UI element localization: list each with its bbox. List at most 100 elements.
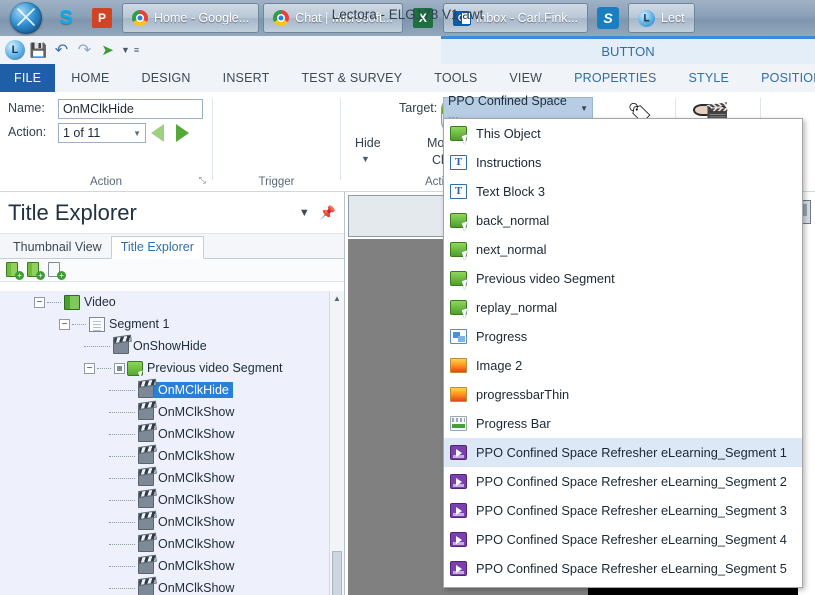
next-action-button[interactable] <box>176 124 189 142</box>
snagit-icon[interactable]: S <box>593 3 623 33</box>
text-icon: T <box>450 184 467 199</box>
page-icon <box>89 316 105 332</box>
tree-scrollbar[interactable]: ▲ <box>329 291 344 595</box>
tab-test-survey[interactable]: TEST & SURVEY <box>285 64 418 92</box>
action-index-combobox[interactable]: 1 of 11 ▼ <box>58 123 146 143</box>
dropdown-item[interactable]: progressbarThin <box>444 380 802 409</box>
action-name-input[interactable]: OnMClkHide <box>58 99 203 119</box>
hide-label[interactable]: Hide <box>355 136 381 150</box>
chevron-down-icon[interactable]: ▼ <box>361 154 370 164</box>
progressbar-icon <box>450 416 467 431</box>
tree-node[interactable]: OnMClkShow <box>0 577 344 595</box>
tree-node[interactable]: − Segment 1 <box>0 313 344 335</box>
tree-connector <box>109 477 135 479</box>
tree-node[interactable]: OnMClkShow <box>0 533 344 555</box>
tab-insert[interactable]: INSERT <box>207 64 286 92</box>
target-dropdown-menu[interactable]: This Object T Instructions T Text Block 3 bac… <box>443 118 803 588</box>
dialog-launcher-icon[interactable]: ⤡ <box>199 175 206 186</box>
customize-qat-icon[interactable]: ≡ <box>134 45 139 55</box>
tab-title-explorer[interactable]: Title Explorer <box>110 236 204 259</box>
book-icon <box>64 294 80 310</box>
taskbar-window-chrome-home[interactable]: Home - Google... <box>122 3 260 33</box>
tree-node-label: Segment 1 <box>109 317 170 331</box>
dropdown-item[interactable]: PPO Confined Space Refresher eLearning_S… <box>444 525 802 554</box>
powerpoint-icon[interactable]: P <box>87 3 117 33</box>
chevron-down-icon[interactable]: ▼ <box>121 45 130 55</box>
action-icon <box>138 514 154 530</box>
tab-style[interactable]: STYLE <box>673 64 746 92</box>
dropdown-item[interactable]: This Object <box>444 119 802 148</box>
tree-node[interactable]: OnMClkShow <box>0 467 344 489</box>
tree-object-handle-icon[interactable] <box>114 362 125 374</box>
dropdown-item-label: Image 2 <box>476 358 523 373</box>
target-combobox[interactable]: PPO Confined Space ... ▼ <box>443 94 593 122</box>
redo-icon[interactable]: ↷ <box>75 41 94 60</box>
tree-expander-icon[interactable]: − <box>59 318 70 330</box>
tab-position-size[interactable]: POSITION & SIZE <box>745 64 815 92</box>
tree-node-label: OnMClkShow <box>158 515 235 529</box>
add-page-button[interactable]: + <box>48 261 66 280</box>
tree-node[interactable]: OnMClkShow <box>0 511 344 533</box>
taskbar-window-outlook[interactable]: O Inbox - Carl.Fink... <box>442 3 589 33</box>
tab-thumbnail-view[interactable]: Thumbnail View <box>4 237 111 258</box>
tree-node[interactable]: OnMClkShow <box>0 401 344 423</box>
tree-node[interactable]: OnShowHide <box>0 335 344 357</box>
previous-action-button[interactable] <box>151 124 164 142</box>
tree-node[interactable]: OnMClkHide <box>0 379 344 401</box>
title-explorer-tree[interactable]: − Video − Segment 1 OnShowHide − Previous vide… <box>0 291 344 595</box>
dropdown-item[interactable]: PPO Confined Space Refresher eLearning_S… <box>444 496 802 525</box>
dropdown-item[interactable]: T Instructions <box>444 148 802 177</box>
dropdown-item[interactable]: T Text Block 3 <box>444 177 802 206</box>
tree-node-label: OnMClkShow <box>158 405 235 419</box>
dropdown-item[interactable]: PPO Confined Space Refresher eLearning_S… <box>444 467 802 496</box>
save-icon[interactable]: 💾 <box>29 41 48 60</box>
dropdown-item[interactable]: Progress <box>444 322 802 351</box>
add-section-button[interactable]: + <box>27 261 45 280</box>
scroll-up-icon[interactable]: ▲ <box>330 291 344 306</box>
dropdown-item[interactable]: next_normal <box>444 235 802 264</box>
app-window: S P Home - Google... Chat | Microsoft...… <box>0 0 815 595</box>
tree-node-label: OnMClkShow <box>158 581 235 595</box>
tree-node[interactable]: OnMClkShow <box>0 423 344 445</box>
excel-icon[interactable]: X <box>408 3 438 33</box>
tree-expander-icon[interactable]: − <box>34 296 45 308</box>
tree-node[interactable]: − Previous video Segment <box>0 357 344 379</box>
tree-node[interactable]: OnMClkShow <box>0 445 344 467</box>
tree-node[interactable]: OnMClkShow <box>0 489 344 511</box>
dropdown-item[interactable]: back_normal <box>444 206 802 235</box>
title-explorer-toolbar: + + + <box>0 259 344 282</box>
tree-connector <box>84 345 110 347</box>
dropdown-item-label: Progress <box>476 329 528 344</box>
tab-design[interactable]: DESIGN <box>126 64 207 92</box>
taskbar-window-lectora[interactable]: L Lect <box>628 3 695 33</box>
dropdown-item[interactable]: PPO Confined Space Refresher eLearning_S… <box>444 554 802 583</box>
action-icon <box>138 492 154 508</box>
taskbar-window-chrome-chat[interactable]: Chat | Microsoft... <box>263 3 403 33</box>
tree-node[interactable]: − Video <box>0 291 344 313</box>
dropdown-item[interactable]: PPO Confined Space Refresher eLearning_S… <box>444 438 802 467</box>
action-index-value: 1 of 11 <box>63 125 101 140</box>
dropdown-item[interactable]: Image 2 <box>444 351 802 380</box>
tab-properties[interactable]: PROPERTIES <box>558 64 672 92</box>
undo-icon[interactable]: ↶ <box>52 41 71 60</box>
dropdown-item[interactable]: replay_normal <box>444 293 802 322</box>
tree-node-label: OnShowHide <box>133 339 207 353</box>
tree-node[interactable]: OnMClkShow <box>0 555 344 577</box>
tab-view[interactable]: VIEW <box>493 64 558 92</box>
tab-tools[interactable]: TOOLS <box>418 64 493 92</box>
publish-icon[interactable]: ➤ <box>98 41 117 60</box>
pin-icon[interactable]: 📌 <box>320 205 336 221</box>
add-chapter-button[interactable]: + <box>6 261 24 280</box>
tree-node-label: OnMClkShow <box>158 537 235 551</box>
skype-icon[interactable]: S <box>51 3 81 33</box>
dropdown-item[interactable]: Progress Bar <box>444 409 802 438</box>
start-button[interactable] <box>4 1 48 35</box>
scrollbar-thumb[interactable] <box>332 551 342 595</box>
tab-home[interactable]: HOME <box>55 64 125 92</box>
dropdown-item[interactable]: Previous video Segment <box>444 264 802 293</box>
chevron-down-icon: ▼ <box>133 128 141 138</box>
tree-expander-icon[interactable]: − <box>84 362 95 374</box>
chevron-down-icon[interactable]: ▼ <box>299 207 310 219</box>
dropdown-item-label: Text Block 3 <box>476 184 545 199</box>
tab-file[interactable]: FILE <box>0 64 56 92</box>
